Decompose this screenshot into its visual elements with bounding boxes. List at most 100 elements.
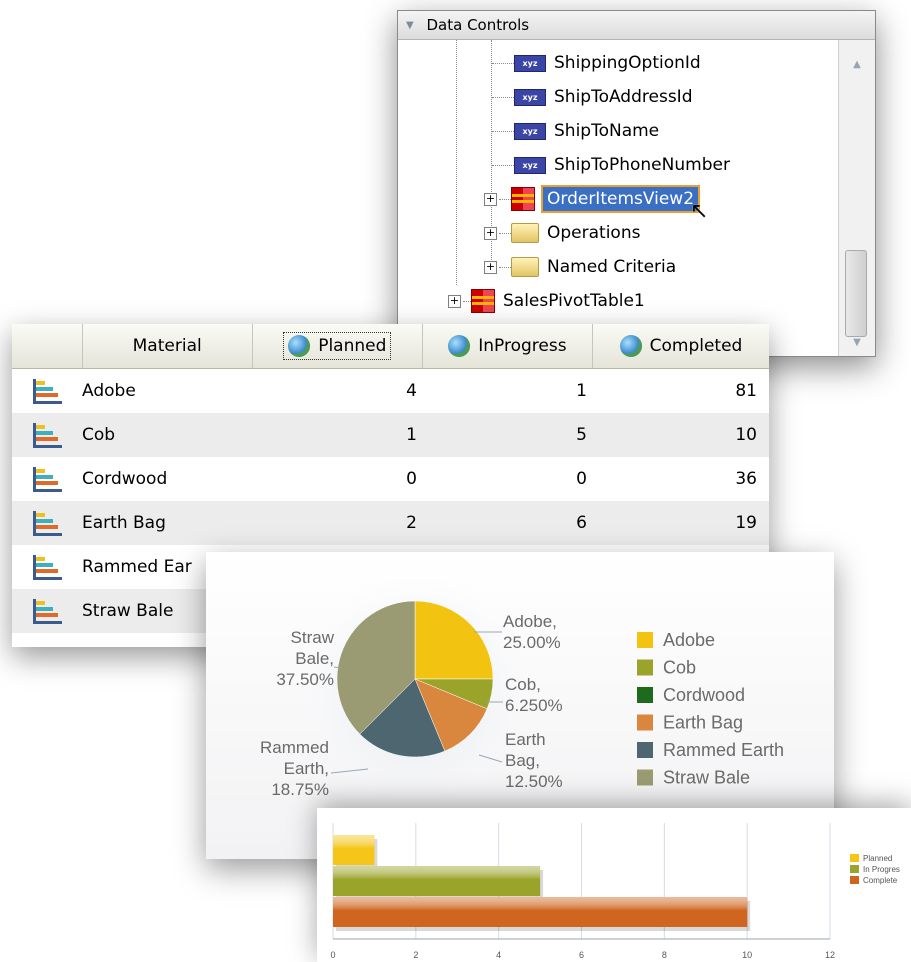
- cell-material: Cordwood: [82, 469, 168, 489]
- corner-cell: [12, 324, 83, 368]
- x-tick-label: 2: [413, 950, 418, 960]
- tree-item-label: ShipToAddressId: [554, 87, 693, 107]
- header-completed[interactable]: Completed: [593, 324, 769, 368]
- bar-chart-icon[interactable]: [32, 510, 62, 536]
- cell-material: Adobe: [82, 381, 136, 401]
- folder-icon: [511, 223, 539, 243]
- cell-completed: 10: [735, 425, 757, 445]
- table-row[interactable]: Cob 1 5 10: [12, 413, 769, 457]
- legend-swatch: [637, 632, 653, 648]
- expand-plus-icon[interactable]: +: [484, 260, 497, 274]
- x-tick-label: 6: [579, 950, 584, 960]
- bar-legend-swatch: [850, 854, 859, 862]
- legend-label[interactable]: Adobe: [663, 630, 715, 650]
- collection-icon: [471, 289, 495, 313]
- legend-label[interactable]: Rammed Earth: [663, 740, 784, 760]
- bar-legend-swatch: [850, 876, 859, 884]
- globe-icon: [288, 335, 311, 357]
- bar-legend-label[interactable]: In Progres: [863, 865, 900, 874]
- x-tick-label: 0: [330, 950, 335, 960]
- tree-item[interactable]: xyz ShipToPhoneNumber: [492, 150, 730, 180]
- bar-chart-icon[interactable]: [32, 422, 62, 448]
- scrollbar-thumb[interactable]: [845, 250, 867, 337]
- scroll-up-icon[interactable]: ▲: [839, 54, 875, 76]
- header-planned[interactable]: Planned: [253, 324, 423, 368]
- attribute-icon: xyz: [514, 54, 546, 72]
- cell-material: Earth Bag: [82, 513, 166, 533]
- cell-planned: 2: [406, 513, 417, 533]
- table-row[interactable]: Earth Bag 2 6 19: [12, 501, 769, 545]
- tree-item-selected[interactable]: + OrderItemsView2 ↖: [484, 184, 708, 224]
- bar-legend-label[interactable]: Planned: [863, 854, 892, 863]
- tree-item[interactable]: + SalesPivotTable1: [448, 286, 645, 316]
- bar-chart-icon[interactable]: [32, 598, 62, 624]
- mouse-cursor-icon: ↖: [690, 198, 709, 224]
- attribute-icon: xyz: [514, 88, 546, 106]
- bar-chart-panel: 0 2 4 6 8 10 12 Planned In Progres Complete: [317, 808, 911, 962]
- x-tick-label: 8: [662, 950, 667, 960]
- bar-chart[interactable]: 0 2 4 6 8 10 12 Planned In Progres Complete: [317, 808, 911, 962]
- bar-chart-icon[interactable]: [32, 378, 62, 404]
- tree-item-label: ShippingOptionId: [554, 53, 701, 73]
- globe-icon: [619, 335, 642, 357]
- collapse-chevron-icon[interactable]: ▼: [406, 12, 414, 40]
- data-controls-panel: ▼ Data Controls xyz ShippingOptionId xyz…: [397, 10, 876, 357]
- legend-label[interactable]: Cordwood: [663, 685, 745, 705]
- cell-planned: 0: [406, 469, 417, 489]
- bar-highlight: [333, 835, 375, 865]
- tree-item[interactable]: xyz ShippingOptionId: [492, 48, 701, 78]
- cell-inprogress: 5: [576, 425, 587, 445]
- cell-inprogress: 1: [576, 381, 587, 401]
- legend-swatch: [637, 769, 653, 786]
- legend-swatch: [637, 742, 653, 758]
- cell-planned: 1: [406, 425, 417, 445]
- cell-completed: 81: [735, 381, 757, 401]
- data-controls-header[interactable]: ▼ Data Controls: [398, 11, 875, 40]
- tree-item-label: SalesPivotTable1: [503, 291, 645, 311]
- tree-item-label: ShipToPhoneNumber: [554, 155, 730, 175]
- expand-plus-icon[interactable]: +: [448, 294, 461, 308]
- pie-label-rammed-earth: Rammed Earth, 18.75%: [260, 738, 329, 799]
- globe-icon: [448, 335, 471, 357]
- cell-material: Cob: [82, 425, 116, 445]
- header-inprogress[interactable]: InProgress: [423, 324, 593, 368]
- x-tick-label: 10: [742, 950, 752, 960]
- pie-label-earthbag: Earth Bag, 12.50%: [505, 730, 563, 791]
- header-label: Material: [132, 336, 202, 356]
- bar-legend-swatch: [850, 865, 859, 873]
- tree-item-label: Named Criteria: [547, 257, 677, 277]
- bar-legend-label[interactable]: Complete: [863, 876, 898, 885]
- legend-swatch: [637, 687, 653, 703]
- pivot-header-row: Material Planned InProgress Completed: [12, 324, 769, 369]
- cell-completed: 36: [735, 469, 757, 489]
- bar-chart-icon[interactable]: [32, 554, 62, 580]
- table-row[interactable]: Cordwood 0 0 36: [12, 457, 769, 501]
- tree-item-label: OrderItemsView2: [540, 185, 701, 213]
- tree-item[interactable]: xyz ShipToName: [492, 116, 659, 146]
- vertical-scrollbar[interactable]: ▲ ▼: [838, 40, 875, 356]
- table-row[interactable]: Adobe 4 1 81: [12, 369, 769, 413]
- cell-inprogress: 6: [576, 513, 587, 533]
- scroll-down-icon[interactable]: ▼: [839, 332, 875, 354]
- x-tick-label: 4: [496, 950, 501, 960]
- legend-label[interactable]: Earth Bag: [663, 713, 743, 733]
- header-focus-box: Planned: [278, 327, 396, 365]
- data-controls-title: Data Controls: [426, 16, 530, 34]
- attribute-icon: xyz: [514, 156, 546, 174]
- bar-highlight: [333, 897, 748, 927]
- header-label: Planned: [318, 336, 387, 356]
- legend-label[interactable]: Straw Bale: [663, 768, 750, 788]
- tree-item[interactable]: + Operations: [484, 218, 640, 248]
- bar-chart-icon[interactable]: [32, 466, 62, 492]
- expand-plus-icon[interactable]: +: [484, 192, 497, 206]
- tree-item[interactable]: xyz ShipToAddressId: [492, 82, 692, 112]
- expand-plus-icon[interactable]: +: [484, 226, 497, 240]
- tree-item-label: Operations: [547, 223, 641, 243]
- legend-swatch: [637, 714, 653, 731]
- bar-highlight: [333, 866, 541, 896]
- header-material[interactable]: Material: [83, 324, 253, 368]
- legend-label[interactable]: Cob: [663, 658, 696, 678]
- tree-item[interactable]: + Named Criteria: [484, 252, 676, 282]
- tree-item-label: ShipToName: [554, 121, 660, 141]
- collection-icon: [511, 187, 535, 211]
